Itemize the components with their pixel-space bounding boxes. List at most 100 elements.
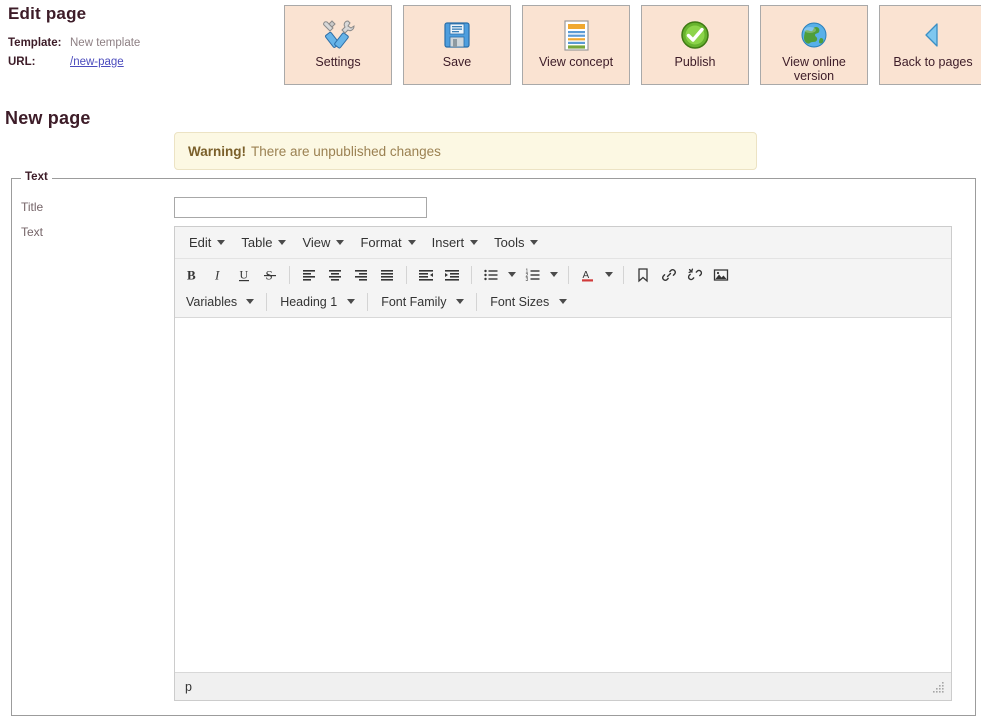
view-concept-button[interactable]: View concept: [522, 5, 630, 85]
chevron-down-icon: [407, 240, 416, 245]
toolbar-separator: [568, 265, 569, 284]
editor-content-area[interactable]: [175, 318, 951, 672]
italic-icon[interactable]: I: [205, 263, 231, 286]
document-icon: [563, 18, 590, 52]
meta-row-url: URL: /new-page: [8, 53, 278, 71]
template-label: Template:: [8, 37, 62, 49]
menu-label: View: [302, 235, 331, 250]
unlink-icon[interactable]: [682, 263, 708, 286]
url-label: URL:: [8, 56, 36, 68]
check-circle-icon: [680, 18, 710, 52]
select-label: Variables: [186, 294, 238, 309]
font-size-select[interactable]: Font Sizes: [483, 290, 573, 313]
svg-text:U: U: [240, 267, 249, 281]
top-region: Edit page Template: New template URL: /n…: [0, 0, 981, 95]
bullet-list-icon[interactable]: [478, 263, 504, 286]
svg-text:B: B: [187, 267, 196, 282]
tools-icon: [321, 18, 355, 52]
align-center-icon[interactable]: [322, 263, 348, 286]
chevron-down-icon: [278, 240, 287, 245]
title-input[interactable]: [174, 197, 427, 218]
action-label: Settings: [315, 55, 361, 69]
toolbar-separator: [367, 292, 369, 311]
chevron-down-icon: [456, 299, 465, 304]
numbered-list-chevron-down-icon[interactable]: [546, 263, 562, 286]
link-icon[interactable]: [656, 263, 682, 286]
globe-icon: [799, 18, 829, 52]
text-color-icon[interactable]: A: [575, 263, 601, 286]
publish-button[interactable]: Publish: [641, 5, 749, 85]
chevron-down-icon: [217, 240, 226, 245]
toolbar-separator: [471, 265, 472, 284]
action-label: Back to pages: [893, 55, 973, 69]
warning-strong-text: Warning!: [188, 143, 246, 159]
url-link[interactable]: /new-page: [70, 53, 124, 71]
action-toolbar: Settings Save View concept Publish View …: [284, 5, 981, 85]
chevron-down-icon: [470, 240, 479, 245]
align-right-icon[interactable]: [348, 263, 374, 286]
page-heading: New page: [5, 108, 91, 128]
bold-icon[interactable]: B: [179, 263, 205, 286]
settings-button[interactable]: Settings: [284, 5, 392, 85]
text-fieldset: Text Title Text Edit Table View Format I…: [11, 171, 976, 716]
menu-tools[interactable]: Tools: [486, 232, 546, 253]
menu-label: Insert: [431, 235, 465, 250]
title-field-label: Title: [21, 200, 44, 214]
align-justify-icon[interactable]: [374, 263, 400, 286]
back-to-pages-button[interactable]: Back to pages: [879, 5, 981, 85]
menu-label: Edit: [189, 235, 212, 250]
variables-select[interactable]: Variables: [179, 290, 260, 313]
image-icon[interactable]: [708, 263, 734, 286]
view-online-version-button[interactable]: View online version: [760, 5, 868, 85]
template-value: New template: [70, 37, 141, 49]
action-label: View online version: [782, 55, 846, 83]
save-button[interactable]: Save: [403, 5, 511, 85]
meta-row-template: Template: New template: [8, 34, 278, 52]
menu-view[interactable]: View: [294, 232, 352, 253]
action-label: Publish: [674, 55, 716, 69]
toolbar-row-selects: Variables Heading 1 Font Family Font Siz…: [179, 288, 947, 315]
bullet-list-chevron-down-icon[interactable]: [504, 263, 520, 286]
menu-format[interactable]: Format: [352, 232, 423, 253]
toolbar-separator: [289, 265, 290, 284]
anchor-icon[interactable]: [630, 263, 656, 286]
back-arrow-icon: [919, 18, 947, 52]
numbered-list-icon[interactable]: 123: [520, 263, 546, 286]
underline-icon[interactable]: U: [231, 263, 257, 286]
toolbar-separator: [406, 265, 407, 284]
action-label: View concept: [538, 55, 614, 69]
text-field-label: Text: [21, 225, 44, 239]
menu-table[interactable]: Table: [233, 232, 294, 253]
align-left-icon[interactable]: [296, 263, 322, 286]
warning-message: There are unpublished changes: [251, 143, 441, 159]
select-label: Font Family: [381, 294, 447, 309]
outdent-icon[interactable]: [413, 263, 439, 286]
element-path[interactable]: p: [185, 680, 192, 694]
fieldset-legend: Text: [21, 171, 52, 183]
toolbar-separator: [623, 265, 624, 284]
block-format-select[interactable]: Heading 1: [273, 290, 361, 313]
toolbar-separator: [476, 292, 478, 311]
menu-label: Tools: [494, 235, 525, 250]
select-label: Heading 1: [280, 294, 338, 309]
text-color-chevron-down-icon[interactable]: [601, 263, 617, 286]
chevron-down-icon: [559, 299, 568, 304]
menu-label: Format: [360, 235, 402, 250]
indent-icon[interactable]: [439, 263, 465, 286]
svg-text:3: 3: [526, 277, 529, 283]
menu-edit[interactable]: Edit: [181, 232, 233, 253]
editor-toolbar: B I U S: [175, 259, 951, 318]
rich-text-editor: Edit Table View Format Insert Tools B I …: [174, 226, 952, 701]
chevron-down-icon: [336, 240, 345, 245]
floppy-disk-icon: [442, 18, 472, 52]
chevron-down-icon: [530, 240, 539, 245]
editor-menubar: Edit Table View Format Insert Tools: [175, 227, 951, 259]
strikethrough-icon[interactable]: S: [257, 263, 283, 286]
page-title: Edit page: [8, 4, 87, 23]
menu-insert[interactable]: Insert: [424, 232, 487, 253]
warning-banner: Warning! There are unpublished changes: [174, 132, 757, 170]
menu-label: Table: [241, 235, 273, 250]
resize-grip[interactable]: [932, 680, 946, 694]
font-family-select[interactable]: Font Family: [374, 290, 470, 313]
editor-statusbar: p: [175, 672, 951, 700]
